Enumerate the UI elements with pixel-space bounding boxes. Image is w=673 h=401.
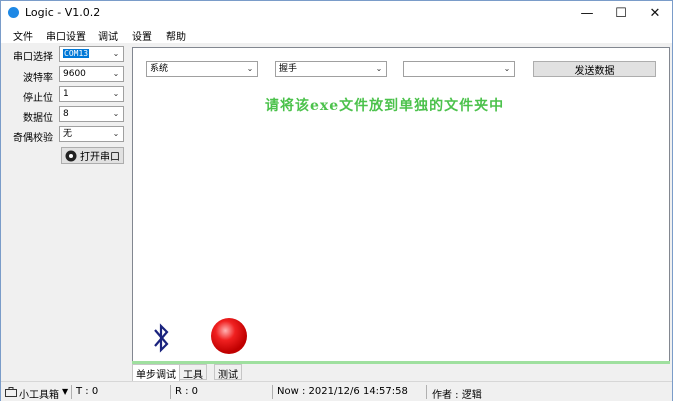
open-port-label: 打开串口 xyxy=(80,152,120,163)
menu-serial-settings[interactable]: 串口设置 xyxy=(46,28,86,43)
status-separator xyxy=(426,385,427,399)
bluetooth-icon[interactable] xyxy=(151,322,171,354)
toolbox-icon xyxy=(5,387,17,397)
app-logo-icon xyxy=(8,7,19,18)
status-light-icon xyxy=(211,318,247,354)
status-bar: 小工具箱 ▼ T : 0 R : 0 Now : 2021/12/6 14:57… xyxy=(1,381,672,401)
chevron-down-icon: ⌄ xyxy=(112,109,120,118)
status-separator xyxy=(272,385,273,399)
parity-select[interactable]: 无 ⌄ xyxy=(59,126,124,142)
panel-bottom-border xyxy=(132,361,670,364)
chevron-down-icon: ⌄ xyxy=(112,69,120,78)
command-select[interactable]: ⌄ xyxy=(403,61,515,77)
close-button[interactable]: ✕ xyxy=(638,1,672,25)
window-title: Logic - V1.0.2 xyxy=(25,6,101,19)
data-bits-label: 数据位 xyxy=(23,113,53,124)
chevron-down-icon: ⌄ xyxy=(246,64,254,73)
rx-count: R : 0 xyxy=(175,386,199,397)
stop-bits-select[interactable]: 1 ⌄ xyxy=(59,86,124,102)
status-separator xyxy=(71,385,72,399)
menu-help[interactable]: 帮助 xyxy=(166,28,186,43)
author-label: 作者 : 逻辑 xyxy=(432,390,482,401)
port-value: COM13 xyxy=(63,49,90,58)
status-separator xyxy=(170,385,171,399)
system-select[interactable]: 系统 ⌄ xyxy=(146,61,258,77)
tab-tools[interactable]: 工具 xyxy=(179,364,207,381)
menu-settings[interactable]: 设置 xyxy=(132,28,152,43)
maximize-button[interactable]: ☐ xyxy=(604,1,638,25)
menu-debug[interactable]: 调试 xyxy=(98,28,118,43)
toolbox-dropdown[interactable]: 小工具箱 xyxy=(19,386,59,401)
handshake-select-value: 握手 xyxy=(279,64,298,74)
handshake-select[interactable]: 握手 ⌄ xyxy=(275,61,387,77)
chevron-down-icon: ⌄ xyxy=(112,89,120,98)
current-time: Now : 2021/12/6 14:57:58 xyxy=(277,386,408,397)
baud-label: 波特率 xyxy=(23,73,53,84)
baud-value: 9600 xyxy=(63,69,86,79)
chevron-down-icon: ⌄ xyxy=(375,64,383,73)
chevron-down-icon: ⌄ xyxy=(503,64,511,73)
port-label: 串口选择 xyxy=(13,52,53,63)
plug-icon xyxy=(65,150,77,161)
tab-single-step[interactable]: 单步调试 xyxy=(132,364,180,381)
stop-bits-value: 1 xyxy=(63,89,69,99)
data-bits-value: 8 xyxy=(63,109,69,119)
baud-select[interactable]: 9600 ⌄ xyxy=(59,66,124,82)
dropdown-arrow-icon[interactable]: ▼ xyxy=(62,387,68,396)
chevron-down-icon: ⌄ xyxy=(112,129,120,138)
menu-file[interactable]: 文件 xyxy=(13,28,33,43)
tx-count: T : 0 xyxy=(76,386,99,397)
parity-label: 奇偶校验 xyxy=(13,133,53,144)
system-select-value: 系统 xyxy=(150,64,169,74)
app-window: Logic - V1.0.2 — ☐ ✕ 文件 串口设置 调试 设置 帮助 串口… xyxy=(0,0,673,401)
hint-text: 请将该exe文件放到单独的文件夹中 xyxy=(265,98,505,114)
chevron-down-icon: ⌄ xyxy=(112,49,120,58)
menu-bar: 文件 串口设置 调试 设置 帮助 xyxy=(1,25,672,43)
minimize-button[interactable]: — xyxy=(570,1,604,25)
data-bits-select[interactable]: 8 ⌄ xyxy=(59,106,124,122)
tab-test[interactable]: 测试 xyxy=(214,364,242,381)
title-bar: Logic - V1.0.2 — ☐ ✕ xyxy=(1,1,672,25)
stop-bits-label: 停止位 xyxy=(23,93,53,104)
parity-value: 无 xyxy=(63,129,73,139)
open-port-button[interactable]: 打开串口 xyxy=(61,147,124,164)
send-data-button[interactable]: 发送数据 xyxy=(533,61,656,77)
port-select[interactable]: COM13 ⌄ xyxy=(59,46,124,62)
